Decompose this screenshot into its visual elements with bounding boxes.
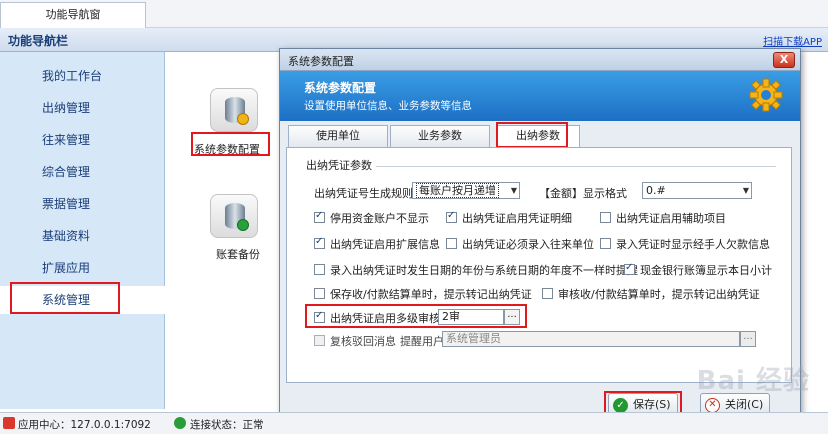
option-handler-debt-checkbox[interactable]	[600, 238, 611, 249]
option-daily-subtotal-label: 现金银行账簿显示本日小计	[640, 264, 772, 277]
highlight-cashier-tab	[496, 122, 568, 148]
close-icon: ✕	[705, 398, 720, 413]
nav-title: 功能导航栏	[8, 34, 69, 48]
voucher-rule-value: 每账户按月递增	[416, 183, 499, 198]
banner-desc: 设置使用单位信息、业务参数等信息	[304, 100, 472, 112]
backup-label[interactable]: 账套备份	[216, 246, 260, 262]
option-hide-disabled-accounts-label: 停用资金账户不显示	[330, 212, 429, 225]
return-msg-label: 复核驳回消息	[330, 335, 396, 348]
return-msg-checkbox[interactable]	[314, 335, 325, 346]
chevron-down-icon: ▼	[742, 186, 749, 195]
amount-format-value: 0.#	[646, 184, 666, 197]
option-daily-subtotal-checkbox[interactable]	[624, 262, 635, 275]
amount-format-select[interactable]: 0.# ▼	[642, 182, 752, 199]
sidebar-item-basics[interactable]: 基础资料	[0, 222, 165, 250]
voucher-rule-label: 出纳凭证号生成规则	[314, 187, 413, 200]
sidebar-item-extensions[interactable]: 扩展应用	[0, 254, 165, 282]
backup-overlay-icon	[237, 219, 249, 231]
dialog-titlebar: 系统参数配置 X	[280, 49, 800, 71]
close-button-label: 关闭(C)	[725, 398, 764, 411]
dialog-close-button[interactable]: X	[773, 52, 795, 68]
highlight-multi-review	[305, 304, 527, 328]
sidebar-item-bills[interactable]: 票据管理	[0, 190, 165, 218]
option-handler-debt-label: 录入凭证时显示经手人欠款信息	[616, 238, 770, 251]
gear-overlay-icon	[237, 113, 249, 125]
connection-status: 连接状态：正常	[190, 419, 264, 431]
tab-business-params[interactable]: 业务参数	[390, 125, 490, 147]
connection-ok-icon	[174, 417, 186, 429]
tab-label: 功能导航窗	[45, 8, 101, 21]
gear-icon	[749, 78, 783, 112]
sidebar-item-workbench[interactable]: 我的工作台	[0, 62, 165, 90]
group-title: 出纳凭证参数	[306, 159, 372, 172]
dialog-banner: 系统参数配置 设置使用单位信息、业务参数等信息	[280, 71, 800, 121]
highlight-system-config	[191, 132, 270, 156]
option-voucher-detail-label: 出纳凭证启用凭证明细	[462, 212, 572, 225]
option-save-settlement-checkbox[interactable]	[314, 288, 325, 299]
dialog-title: 系统参数配置	[288, 55, 354, 68]
option-hide-disabled-accounts-checkbox[interactable]	[314, 210, 325, 223]
tab-function-nav[interactable]: 功能导航窗	[0, 2, 146, 28]
app-center-icon	[3, 417, 15, 429]
amount-format-label: 【金额】显示格式	[539, 187, 627, 200]
tab-company[interactable]: 使用单位	[288, 125, 388, 147]
remind-user-input[interactable]: 系统管理员	[442, 331, 740, 347]
app-center-status: 应用中心：127.0.0.1:7092	[18, 419, 151, 431]
option-ext-info-checkbox[interactable]	[314, 236, 325, 249]
option-voucher-detail-checkbox[interactable]	[446, 210, 457, 223]
backup-icon[interactable]	[210, 194, 258, 238]
option-aux-item-label: 出纳凭证启用辅助项目	[616, 212, 726, 225]
remind-user-picker-button[interactable]: ...	[740, 331, 756, 347]
option-aux-item-checkbox[interactable]	[600, 212, 611, 223]
chevron-down-icon: ▼	[510, 186, 517, 195]
option-audit-settlement-checkbox[interactable]	[542, 288, 553, 299]
option-require-partner-label: 出纳凭证必须录入往来单位	[462, 238, 594, 251]
remind-user-label: 提醒用户	[400, 335, 444, 348]
option-ext-info-label: 出纳凭证启用扩展信息	[330, 238, 440, 251]
sidebar-item-cashier[interactable]: 出纳管理	[0, 94, 165, 122]
download-app-link[interactable]: 扫描下载APP	[763, 33, 822, 48]
watermark: Bai 经验	[696, 366, 810, 396]
status-bar: 应用中心：127.0.0.1:7092 连接状态：正常	[0, 412, 828, 434]
option-year-mismatch-checkbox[interactable]	[314, 264, 325, 275]
banner-title: 系统参数配置	[304, 81, 377, 95]
option-audit-settlement-label: 审核收/付款结算单时，提示转记出纳凭证	[558, 288, 760, 301]
voucher-rule-select[interactable]: 每账户按月递增 ▼	[412, 182, 520, 199]
sidebar: 我的工作台 出纳管理 往来管理 综合管理 票据管理 基础资料 扩展应用 系统管理	[0, 52, 165, 409]
option-save-settlement-label: 保存收/付款结算单时，提示转记出纳凭证	[330, 288, 532, 301]
option-require-partner-checkbox[interactable]	[446, 238, 457, 249]
highlight-sidebar-system	[10, 282, 120, 314]
system-config-icon[interactable]	[210, 88, 258, 132]
sidebar-item-accounts[interactable]: 往来管理	[0, 126, 165, 154]
group-divider	[376, 166, 776, 167]
window-tab-strip: 功能导航窗	[0, 0, 828, 28]
option-year-mismatch-label: 录入出纳凭证时发生日期的年份与系统日期的年度不一样时提醒	[330, 264, 638, 277]
sidebar-item-general[interactable]: 综合管理	[0, 158, 165, 186]
